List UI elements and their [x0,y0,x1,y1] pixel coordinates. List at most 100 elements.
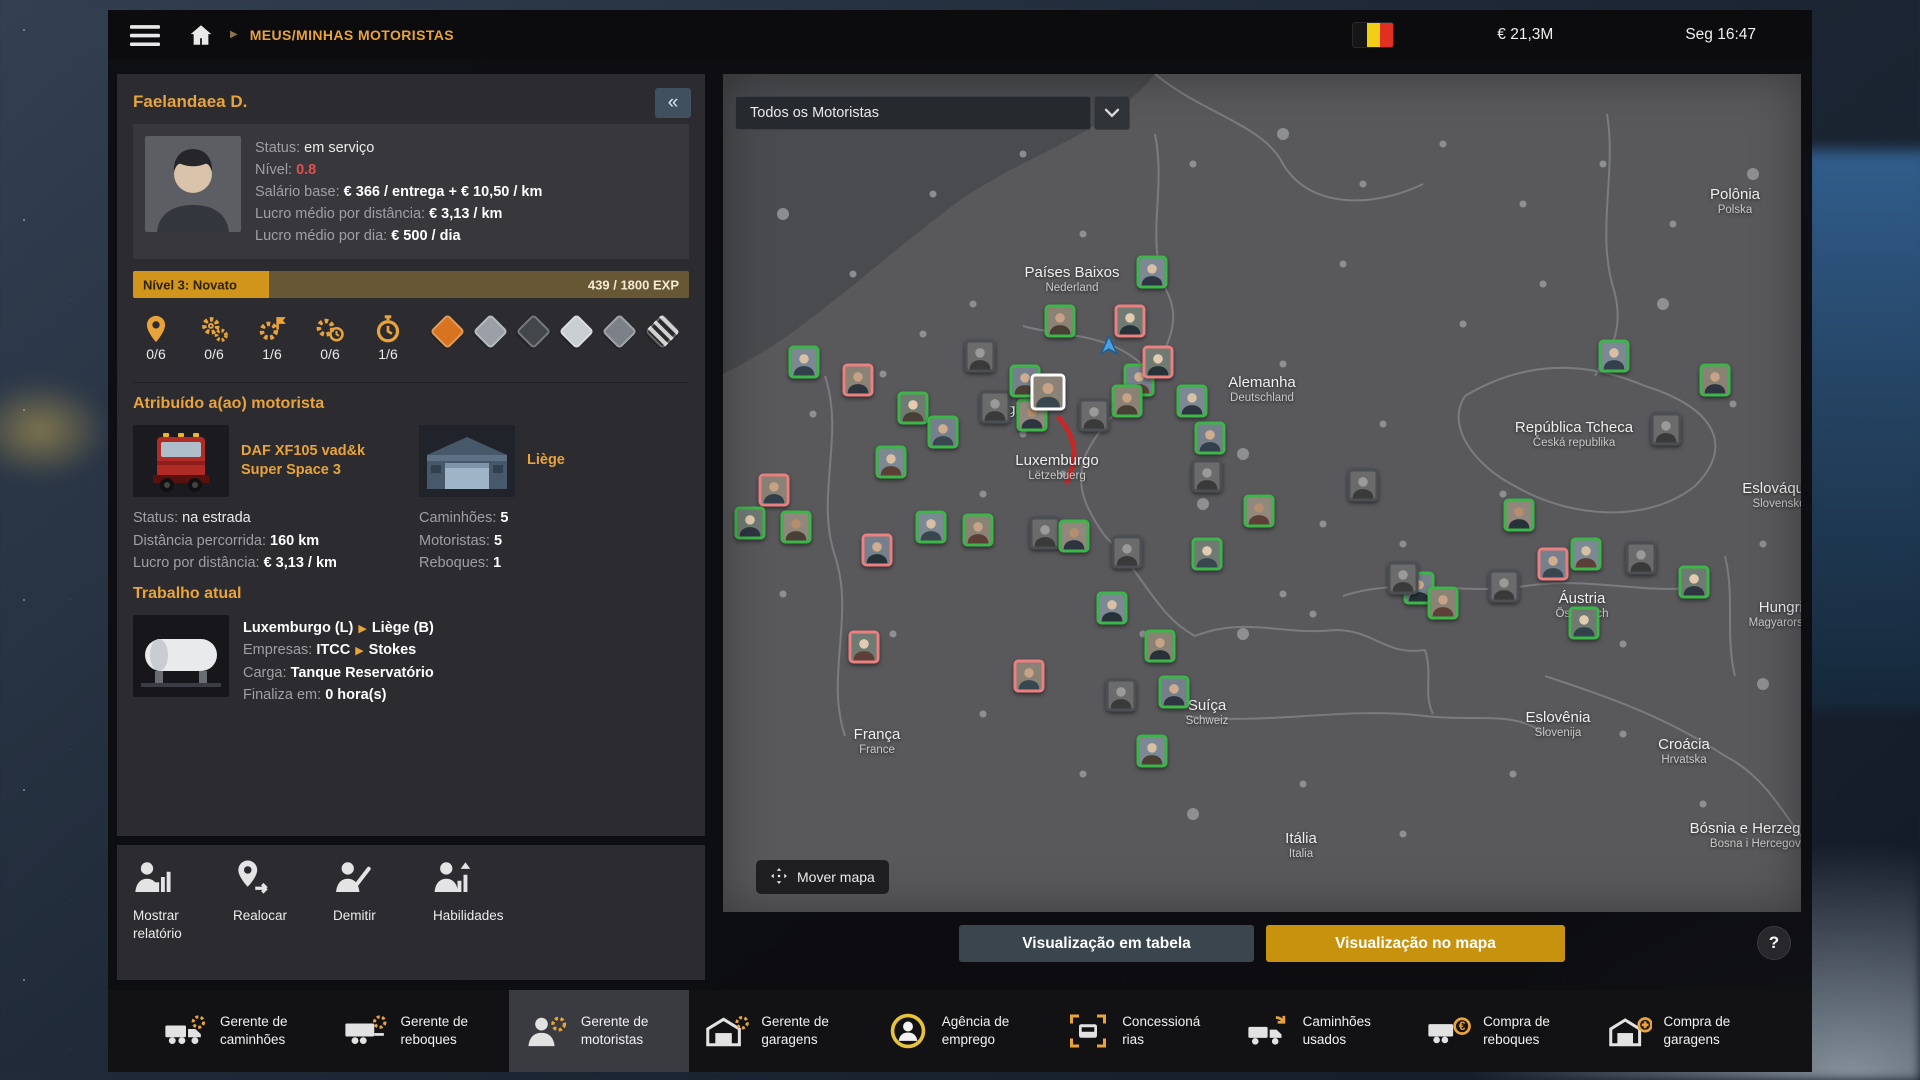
driver-marker[interactable] [928,416,959,449]
garage-stat-label: Caminhões: [419,510,500,526]
driver-marker[interactable] [1159,676,1190,709]
nav-driver-manager[interactable]: Gerente demotoristas [509,990,689,1072]
driver-marker[interactable] [1145,630,1176,663]
driver-marker[interactable] [759,474,790,507]
truck-name[interactable]: DAF XF105 vad&k Super Space 3 [241,442,403,481]
truck-stat-value: 160 km [270,533,319,549]
driver-marker[interactable] [1137,256,1168,289]
driver-marker[interactable] [980,391,1011,424]
driver-marker[interactable] [735,507,766,540]
nav-label: Caminhõesusados [1303,1013,1371,1048]
chevron-down-icon[interactable] [1094,96,1130,130]
driver-marker[interactable] [1348,469,1379,502]
nav-dealerships[interactable]: Concessionárias [1050,990,1230,1072]
driver-marker[interactable] [1388,562,1419,595]
garage-stat-label: Reboques: [419,555,493,571]
nav-trailer-manager[interactable]: Gerente dereboques [328,990,508,1072]
job-stat-value: 0 hora(s) [325,687,386,703]
driver-marker[interactable] [963,514,994,547]
selected-driver-marker[interactable] [1031,374,1066,411]
driver-marker[interactable] [1059,520,1090,553]
driver-marker[interactable] [849,631,880,664]
driver-map[interactable]: Países BaixosNederlandBélgicaLuxemburgoL… [723,74,1801,912]
action-skills[interactable]: Habilidades [433,859,533,966]
skills-and-adr-row: 0/6 0/6 1/6 0/6 1/6 [133,314,689,364]
driver-marker[interactable] [843,364,874,397]
driver-marker[interactable] [1112,536,1143,569]
driver-marker[interactable] [1244,495,1275,528]
background-light-glow [0,380,110,480]
garage-stat-value: 5 [500,510,508,526]
driver-marker[interactable] [1143,346,1174,379]
garage-name[interactable]: Liège [527,451,565,471]
nav-garage-purchase[interactable]: Compra degaragens [1592,990,1772,1072]
truck-thumbnail[interactable] [133,425,229,497]
driver-stat-row: Nível: 0.8 [255,159,542,181]
driver-marker[interactable] [1428,587,1459,620]
table-view-button[interactable]: Visualização em tabela [959,925,1254,962]
driver-filter-select[interactable]: Todos os Motoristas [735,96,1091,130]
map-view-button[interactable]: Visualização no mapa [1266,925,1565,962]
collapse-panel-button[interactable]: « [655,88,691,118]
driver-marker[interactable] [898,392,929,425]
help-button[interactable]: ? [1757,926,1791,960]
driver-marker[interactable] [1097,592,1128,625]
driver-marker[interactable] [1079,399,1110,432]
skill-fragile-cargo[interactable]: 1/6 [249,314,295,364]
driver-marker[interactable] [1651,413,1682,446]
driver-marker[interactable] [1112,385,1143,418]
driver-marker[interactable] [1626,542,1657,575]
driver-marker[interactable] [1014,660,1045,693]
menu-icon[interactable] [130,24,160,46]
adr-classes [435,314,689,344]
driver-marker[interactable] [789,346,820,379]
home-icon[interactable] [188,22,214,48]
driver-marker[interactable] [916,511,947,544]
action-dismiss[interactable]: Demitir [333,859,433,966]
driver-marker[interactable] [1137,735,1168,768]
assigned-truck-column: DAF XF105 vad&k Super Space 3 Status: na… [133,425,403,574]
driver-marker[interactable] [862,534,893,567]
nav-job-agency[interactable]: Agência deemprego [870,990,1050,1072]
garage-thumbnail[interactable] [419,425,515,497]
driver-marker[interactable] [1106,679,1137,712]
move-map-button[interactable]: Mover mapa [756,860,889,894]
driver-marker[interactable] [1192,460,1223,493]
driver-marker[interactable] [1700,364,1731,397]
driver-marker[interactable] [1569,607,1600,640]
driver-marker[interactable] [1195,422,1226,455]
driver-marker[interactable] [781,511,812,544]
skill-eco-driving[interactable]: 1/6 [365,314,411,364]
level-exp: 439 / 1800 EXP [588,277,679,292]
driver-marker[interactable] [876,446,907,479]
driver-stats: Status: em serviçoNível: 0.8Salário base… [255,136,542,247]
nav-garage-manager[interactable]: Gerente degaragens [689,990,869,1072]
job-stat-row: Carga: Tanque Reservatório [243,662,434,684]
job-stat-value: Luxemburgo (L) [243,620,353,636]
driver-marker[interactable] [1504,499,1535,532]
adr-class5-icon [602,314,637,349]
driver-marker[interactable] [1177,385,1208,418]
skills-list: 0/6 0/6 1/6 0/6 1/6 [133,314,411,364]
truck-stat-row: Status: na estrada [133,507,403,529]
driver-marker[interactable] [1192,538,1223,571]
topbar-status-area: € 21,3M Seg 16:47 [1353,23,1812,47]
driver-marker[interactable] [1571,538,1602,571]
action-relocate[interactable]: Realocar [233,859,333,966]
driver-marker[interactable] [965,340,996,373]
driver-marker[interactable] [1115,305,1146,338]
svg-text:€: € [1459,1020,1466,1033]
driver-marker[interactable] [1538,548,1569,581]
driver-marker[interactable] [1489,570,1520,603]
driver-marker[interactable] [1045,305,1076,338]
skill-long-distance[interactable]: 0/6 [133,314,179,364]
skill-high-value-cargo[interactable]: 0/6 [191,314,237,364]
action-show-report[interactable]: Mostrar relatório [133,859,233,966]
skill-urgent-delivery[interactable]: 0/6 [307,314,353,364]
nav-used-trucks[interactable]: Caminhõesusados [1231,990,1411,1072]
driver-marker[interactable] [1030,517,1061,550]
driver-marker[interactable] [1679,566,1710,599]
nav-trailer-purchase[interactable]: €Compra dereboques [1411,990,1591,1072]
driver-marker[interactable] [1599,340,1630,373]
nav-truck-manager[interactable]: Gerente decaminhões [148,990,328,1072]
